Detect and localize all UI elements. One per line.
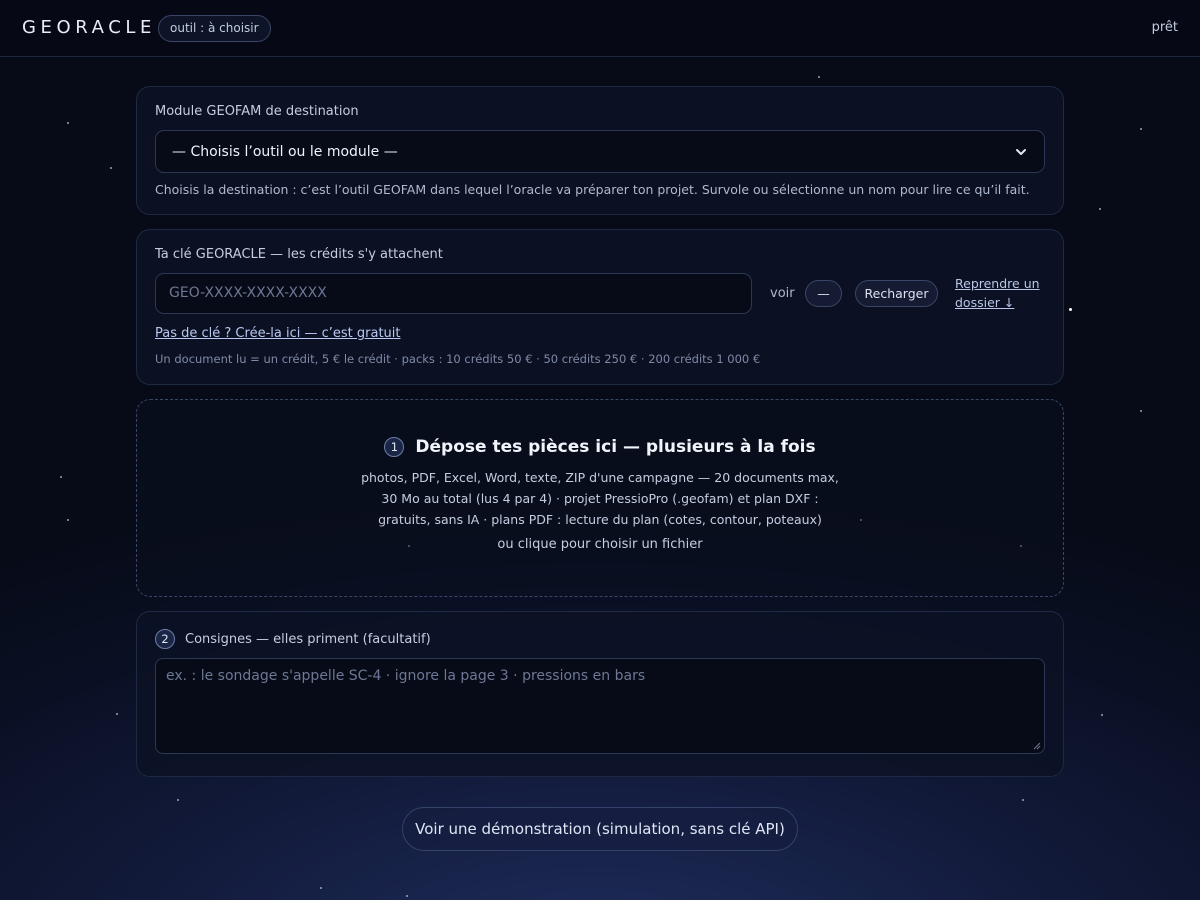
consignes-textarea[interactable]: ex. : le sondage s'appelle SC-4 · ignore… (155, 658, 1045, 754)
step-number-2: 2 (155, 629, 175, 649)
create-key-link[interactable]: Pas de clé ? Crée-la ici — c’est gratuit (155, 326, 401, 341)
app-logo: GEORACLE (22, 17, 157, 38)
module-help-text: Choisis la destination : c’est l’outil G… (155, 182, 1030, 197)
drop-title: 1 Dépose tes pièces ici — plusieurs à la… (137, 437, 1063, 457)
file-drop-zone[interactable]: 1 Dépose tes pièces ici — plusieurs à la… (136, 399, 1064, 597)
top-bar: GEORACLE outil : à choisir prêt (0, 0, 1200, 57)
consignes-label: Consignes — elles priment (facultatif) (185, 631, 431, 647)
resume-dossier-link[interactable]: Reprendre un dossier ↓ (955, 274, 1055, 312)
module-card: Module GEOFAM de destination — Choisis l… (136, 86, 1064, 215)
reload-button[interactable]: Recharger (855, 280, 938, 307)
drop-title-text: Dépose tes pièces ici — plusieurs à la f… (415, 437, 816, 457)
consignes-placeholder: ex. : le sondage s'appelle SC-4 · ignore… (166, 668, 646, 684)
module-label: Module GEOFAM de destination (155, 104, 359, 119)
show-key-label: voir (770, 286, 795, 301)
show-key-toggle[interactable]: — (805, 280, 842, 307)
consignes-card: 2 Consignes — elles priment (facultatif)… (136, 611, 1064, 777)
module-select-value: — Choisis l’outil ou le module — (172, 143, 398, 160)
resize-handle-icon[interactable] (1032, 741, 1041, 750)
consignes-header: 2 Consignes — elles priment (facultatif) (155, 629, 431, 649)
chevron-down-icon (1016, 148, 1026, 155)
module-select[interactable]: — Choisis l’outil ou le module — (155, 130, 1045, 173)
step-number-1: 1 (384, 437, 405, 457)
status-text: prêt (1151, 20, 1178, 35)
tool-status-pill: outil : à choisir (158, 15, 271, 42)
drop-description: photos, PDF, Excel, Word, texte, ZIP d'u… (361, 470, 839, 527)
choose-file-link[interactable]: ou clique pour choisir un fichier (137, 537, 1063, 552)
key-label: Ta clé GEORACLE — les crédits s'y attach… (155, 247, 443, 262)
key-card: Ta clé GEORACLE — les crédits s'y attach… (136, 229, 1064, 385)
key-input[interactable]: GEO-XXXX-XXXX-XXXX (155, 273, 752, 314)
demo-button[interactable]: Voir une démonstration (simulation, sans… (402, 807, 798, 851)
credits-info: Un document lu = un crédit, 5 € le crédi… (155, 352, 761, 366)
